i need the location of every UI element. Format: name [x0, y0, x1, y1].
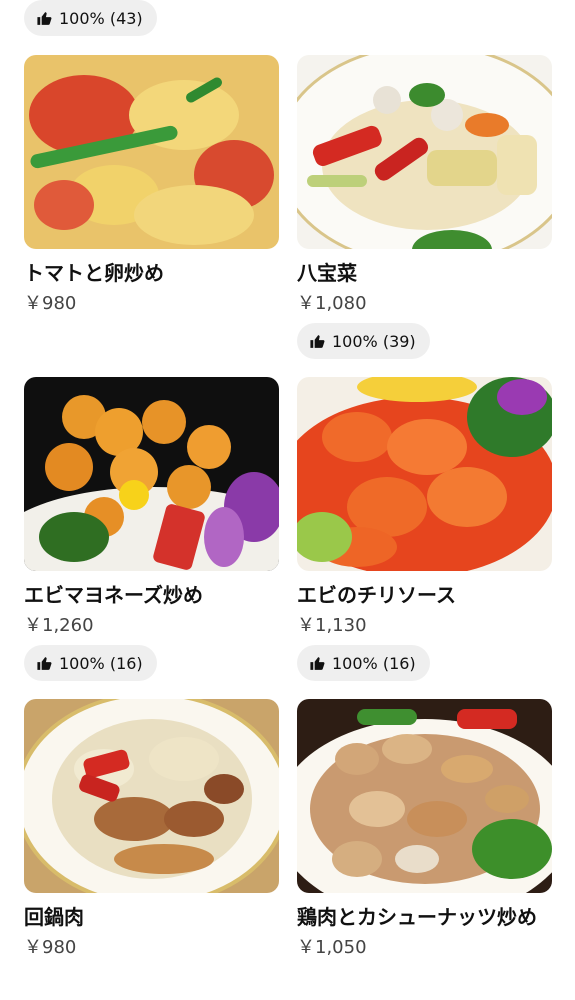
item-name: 鶏肉とカシューナッツ炒め: [297, 905, 537, 929]
item-price: ￥1,050: [297, 937, 367, 958]
item-name: 回鍋肉: [24, 905, 84, 929]
menu-item-card[interactable]: エビマヨネーズ炒め ￥1,260: [24, 377, 279, 639]
dish-photo[interactable]: [24, 55, 279, 249]
item-price: ￥980: [24, 937, 77, 958]
thumbs-up-icon: [37, 11, 52, 25]
rating-badge: 100% (39): [297, 323, 430, 359]
item-name: 八宝菜: [297, 261, 357, 285]
menu-item-card[interactable]: トマトと卵炒め ￥980: [24, 55, 279, 317]
item-price: ￥1,080: [297, 293, 367, 314]
dish-photo[interactable]: [24, 377, 279, 571]
item-price: ￥1,260: [24, 615, 94, 636]
dish-photo[interactable]: [297, 55, 552, 249]
item-name: エビのチリソース: [297, 583, 456, 607]
rating-text: 100% (43): [59, 8, 143, 28]
rating-text: 100% (16): [332, 653, 416, 673]
thumbs-up-icon: [37, 656, 52, 670]
item-name: エビマヨネーズ炒め: [24, 583, 203, 607]
rating-badge: 100% (16): [24, 645, 157, 681]
item-name: トマトと卵炒め: [24, 261, 164, 285]
menu-item-card[interactable]: 八宝菜 ￥1,080: [297, 55, 552, 317]
menu-item-card[interactable]: 鶏肉とカシューナッツ炒め ￥1,050: [297, 699, 552, 961]
menu-item-card[interactable]: エビのチリソース ￥1,130: [297, 377, 552, 639]
dish-photo[interactable]: [297, 377, 552, 571]
rating-badge: 100% (43): [24, 0, 157, 36]
rating-text: 100% (16): [59, 653, 143, 673]
thumbs-up-icon: [310, 334, 325, 348]
menu-item-card[interactable]: 回鍋肉 ￥980: [24, 699, 279, 961]
rating-text: 100% (39): [332, 331, 416, 351]
dish-photo[interactable]: [24, 699, 279, 893]
thumbs-up-icon: [310, 656, 325, 670]
dish-photo[interactable]: [297, 699, 552, 893]
item-price: ￥980: [24, 293, 77, 314]
rating-badge: 100% (16): [297, 645, 430, 681]
item-price: ￥1,130: [297, 615, 367, 636]
